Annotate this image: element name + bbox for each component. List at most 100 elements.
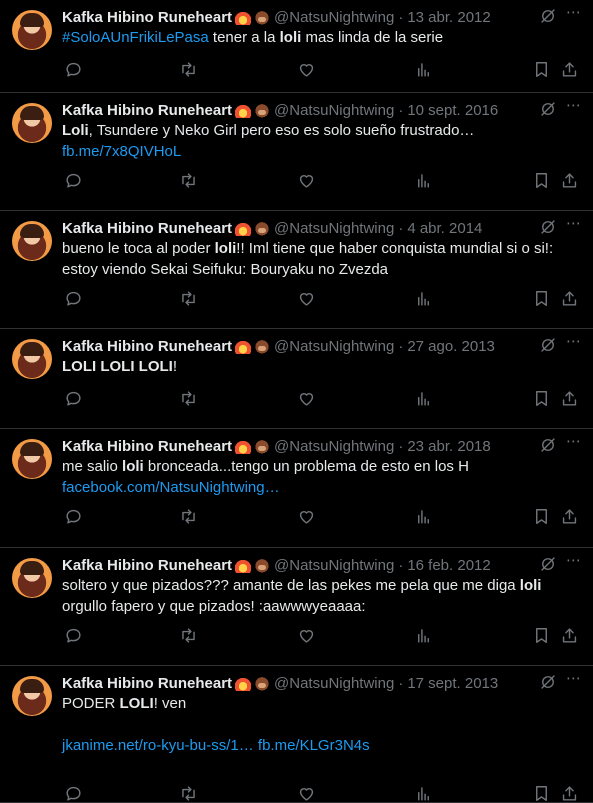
avatar[interactable] [12, 676, 52, 716]
bookmark-button[interactable] [530, 287, 552, 309]
tweet[interactable]: Kafka Hibino Runeheart @NatsuNightwing · 17… [0, 666, 593, 803]
tweet-text: soltero y que pizados??? amante de las p… [62, 575, 577, 617]
author-handle[interactable]: @NatsuNightwing [274, 675, 394, 692]
share-button[interactable] [558, 782, 580, 803]
share-button[interactable] [558, 387, 580, 409]
url-link[interactable]: fb.me/7x8QIVHoL [62, 143, 181, 160]
views-button[interactable] [412, 387, 434, 409]
author-handle[interactable]: @NatsuNightwing [274, 102, 394, 119]
more-icon[interactable]: ⋯ [563, 334, 585, 356]
author-handle[interactable]: @NatsuNightwing [274, 557, 394, 574]
more-icon[interactable]: ⋯ [563, 5, 585, 27]
author-handle[interactable]: @NatsuNightwing [274, 220, 394, 237]
author-name[interactable]: Kafka Hibino Runeheart [62, 9, 232, 26]
more-icon[interactable]: ⋯ [563, 553, 585, 575]
more-icon[interactable]: ⋯ [563, 671, 585, 693]
url-link[interactable]: fb.me/KLGr3N4s [258, 737, 370, 754]
avatar[interactable] [12, 558, 52, 598]
like-button[interactable] [295, 505, 317, 527]
tweet[interactable]: Kafka Hibino Runeheart @NatsuNightwing · 23… [0, 429, 593, 548]
bookmark-button[interactable] [530, 169, 552, 191]
retweet-button[interactable] [177, 169, 199, 191]
like-button[interactable] [295, 287, 317, 309]
share-button[interactable] [558, 624, 580, 646]
author-name[interactable]: Kafka Hibino Runeheart [62, 220, 232, 237]
url-link[interactable]: facebook.com/NatsuNightwing… [62, 479, 280, 496]
author-handle[interactable]: @NatsuNightwing [274, 338, 394, 355]
retweet-button[interactable] [177, 505, 199, 527]
avatar[interactable] [12, 10, 52, 50]
more-icon[interactable]: ⋯ [563, 98, 585, 120]
author-name[interactable]: Kafka Hibino Runeheart [62, 438, 232, 455]
like-button[interactable] [295, 169, 317, 191]
like-button[interactable] [295, 387, 317, 409]
bookmark-button[interactable] [530, 624, 552, 646]
more-icon[interactable]: ⋯ [563, 216, 585, 238]
tweet[interactable]: Kafka Hibino Runeheart @NatsuNightwing · 10… [0, 93, 593, 211]
grok-icon[interactable] [539, 673, 557, 691]
views-button[interactable] [412, 624, 434, 646]
grok-icon[interactable] [539, 555, 557, 573]
avatar[interactable] [12, 439, 52, 479]
grok-icon[interactable] [539, 218, 557, 236]
tweet[interactable]: Kafka Hibino Runeheart @NatsuNightwing · 13… [0, 0, 593, 93]
reply-icon [64, 60, 83, 79]
avatar[interactable] [12, 103, 52, 143]
retweet-button[interactable] [177, 387, 199, 409]
more-icon[interactable]: ⋯ [563, 434, 585, 456]
hashtag-link[interactable]: #SoloAUnFrikiLePasa [62, 29, 209, 46]
tweet-date[interactable]: 23 abr. 2018 [407, 438, 490, 455]
grok-icon[interactable] [539, 7, 557, 25]
retweet-button[interactable] [177, 287, 199, 309]
views-button[interactable] [412, 58, 434, 80]
tweet[interactable]: Kafka Hibino Runeheart @NatsuNightwing · 4 … [0, 211, 593, 329]
share-button[interactable] [558, 287, 580, 309]
bookmark-button[interactable] [530, 58, 552, 80]
tweet-date[interactable]: 13 abr. 2012 [407, 9, 490, 26]
author-handle[interactable]: @NatsuNightwing [274, 438, 394, 455]
like-button[interactable] [295, 58, 317, 80]
author-name[interactable]: Kafka Hibino Runeheart [62, 675, 232, 692]
bookmark-button[interactable] [530, 782, 552, 803]
share-button[interactable] [558, 169, 580, 191]
avatar[interactable] [12, 221, 52, 261]
reply-button[interactable] [62, 387, 84, 409]
grok-icon[interactable] [539, 336, 557, 354]
reply-button[interactable] [62, 782, 84, 803]
views-button[interactable] [412, 782, 434, 803]
retweet-button[interactable] [177, 624, 199, 646]
author-name[interactable]: Kafka Hibino Runeheart [62, 557, 232, 574]
views-button[interactable] [412, 287, 434, 309]
retweet-button[interactable] [177, 58, 199, 80]
avatar[interactable] [12, 339, 52, 379]
tweet-date[interactable]: 4 abr. 2014 [407, 220, 482, 237]
share-button[interactable] [558, 505, 580, 527]
views-button[interactable] [412, 505, 434, 527]
bookmark-button[interactable] [530, 387, 552, 409]
reply-button[interactable] [62, 169, 84, 191]
like-button[interactable] [295, 782, 317, 803]
reply-button[interactable] [62, 505, 84, 527]
tweet-date[interactable]: 27 ago. 2013 [407, 338, 495, 355]
share-button[interactable] [558, 58, 580, 80]
reply-button[interactable] [62, 58, 84, 80]
tweet[interactable]: Kafka Hibino Runeheart @NatsuNightwing · 27… [0, 329, 593, 429]
tweet-date[interactable]: 16 feb. 2012 [407, 557, 490, 574]
author-name[interactable]: Kafka Hibino Runeheart [62, 338, 232, 355]
like-button[interactable] [295, 624, 317, 646]
author-name[interactable]: Kafka Hibino Runeheart [62, 102, 232, 119]
tweet-text-line: Loli, Tsundere y Neko Girl pero eso es s… [62, 120, 577, 141]
tweet-date[interactable]: 10 sept. 2016 [407, 102, 498, 119]
author-handle[interactable]: @NatsuNightwing [274, 9, 394, 26]
views-button[interactable] [412, 169, 434, 191]
reply-button[interactable] [62, 287, 84, 309]
heart-icon [297, 171, 316, 190]
reply-button[interactable] [62, 624, 84, 646]
retweet-button[interactable] [177, 782, 199, 803]
grok-icon[interactable] [539, 436, 557, 454]
url-link[interactable]: jkanime.net/ro-kyu-bu-ss/1… [62, 737, 254, 754]
bookmark-button[interactable] [530, 505, 552, 527]
tweet[interactable]: Kafka Hibino Runeheart @NatsuNightwing · 16… [0, 548, 593, 666]
grok-icon[interactable] [539, 100, 557, 118]
tweet-date[interactable]: 17 sept. 2013 [407, 675, 498, 692]
